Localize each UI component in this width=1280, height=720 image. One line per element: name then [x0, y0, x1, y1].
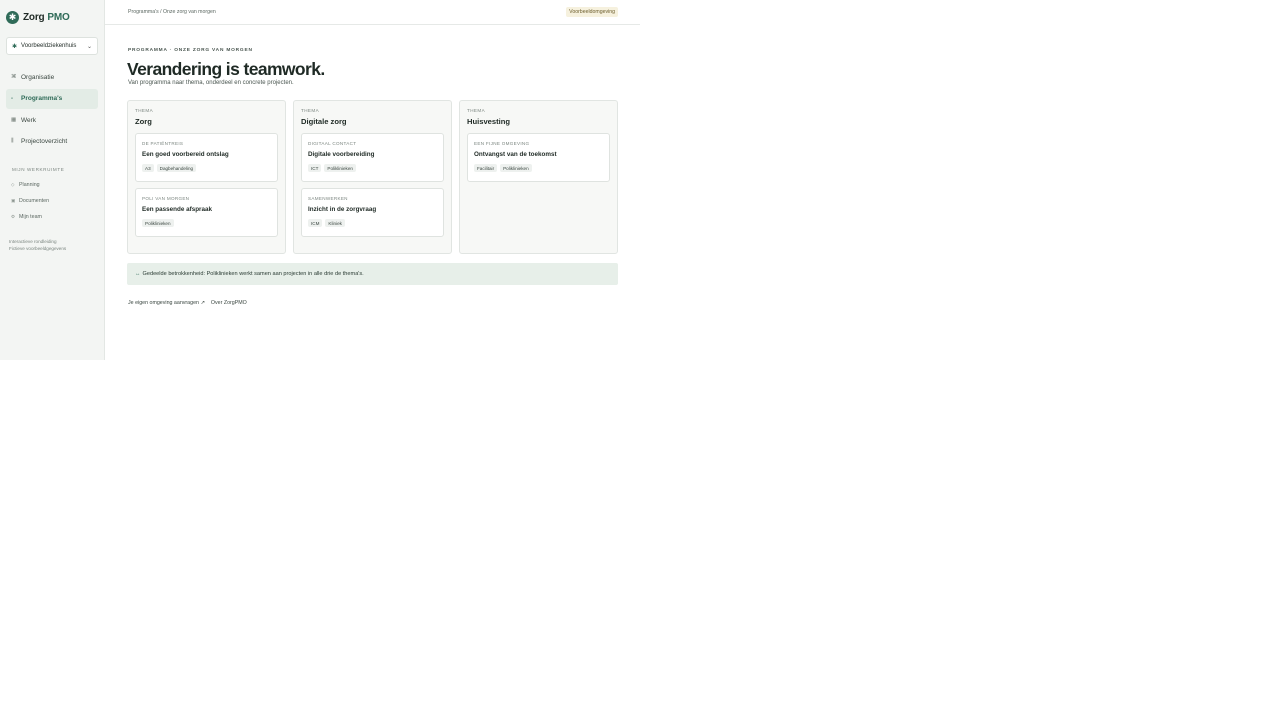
brand-name: Zorg	[23, 12, 45, 23]
project-card[interactable]: DE PATIËNTREIS Een goed voorbereid ontsl…	[135, 133, 278, 182]
card-title: Een goed voorbereid ontslag	[142, 151, 229, 158]
footer-line-tour: Interactieve rondleiding	[9, 239, 57, 244]
card-kicker: SAMENWERKEN	[308, 196, 348, 201]
chevron-down-icon: ⌄	[86, 43, 92, 50]
sidebar-item-label: Werk	[21, 116, 37, 124]
request-environment-link[interactable]: Je eigen omgeving aanvragen ↗	[128, 300, 205, 306]
sidebar-item-projectoverzicht[interactable]: ⫼ Projectoverzicht	[6, 132, 98, 152]
theme-kicker: THEMA	[467, 108, 486, 113]
card-title: Ontvangst van de toekomst	[474, 151, 557, 158]
workspace-item-documenten[interactable]: ▣ Documenten	[11, 193, 101, 209]
theme-kicker: THEMA	[135, 108, 154, 113]
tag: A3	[142, 164, 154, 172]
breadcrumb[interactable]: Programma's / Onze zorg van morgen	[128, 9, 216, 15]
theme-columns: THEMA Zorg DE PATIËNTREIS Een goed voorb…	[127, 100, 618, 254]
team-icon: ⚙	[11, 214, 16, 219]
theme-column-zorg: THEMA Zorg DE PATIËNTREIS Een goed voorb…	[127, 100, 286, 254]
tag: Poliklinieken	[142, 219, 174, 227]
organization-select[interactable]: ✱ Voorbeeldziekenhuis ⌄	[6, 37, 98, 55]
sidebar-item-label: Organisatie	[21, 73, 55, 81]
tag: Poliklinieken	[500, 164, 532, 172]
page-title: Verandering is teamwork.	[127, 59, 325, 79]
tag: Facilitair	[474, 164, 498, 172]
sidebar-item-werk[interactable]: ▦ Werk	[6, 110, 98, 130]
footer-links: Je eigen omgeving aanvragen ↗ Over ZorgP…	[128, 300, 253, 306]
sidebar-item-programmas[interactable]: ▫ Programma's	[6, 88, 98, 109]
tag: Poliklinieken	[324, 164, 356, 172]
workspace-item-label: Planning	[19, 182, 40, 188]
project-card[interactable]: POLI VAN MORGEN Een passende afspraak Po…	[135, 188, 278, 237]
sidebar-nav: ⌘ Organisatie ▫ Programma's ▦ Werk ⫼ Pro…	[6, 67, 98, 153]
card-kicker: DIGITAAL CONTACT	[308, 141, 357, 146]
card-kicker: DE PATIËNTREIS	[142, 141, 184, 146]
theme-title: Digitale zorg	[301, 117, 347, 126]
project-card[interactable]: SAMENWERKEN Inzicht in de zorgvraag ICM …	[301, 188, 444, 237]
logo-icon: ✱	[6, 11, 19, 24]
project-card[interactable]: EEN FIJNE OMGEVING Ontvangst van de toek…	[467, 133, 610, 182]
card-title: Inzicht in de zorgvraag	[308, 206, 377, 213]
theme-title: Huisvesting	[467, 117, 511, 126]
tag: ICM	[308, 219, 323, 227]
sidebar-footer: Interactieve rondleiding Fictieve voorbe…	[9, 238, 66, 252]
card-title: Een passende afspraak	[142, 206, 213, 213]
sidebar-item-organisatie[interactable]: ⌘ Organisatie	[6, 67, 98, 87]
tag: Kliniek	[325, 219, 345, 227]
shared-involvement-note: ↔ Gedeelde betrokkenheid: Poliklinieken …	[127, 263, 618, 285]
project-card[interactable]: DIGITAAL CONTACT Digitale voorbereiding …	[301, 133, 444, 182]
sidebar-item-label: Projectoverzicht	[21, 138, 68, 146]
brand-logo[interactable]: ✱ Zorg PMO	[6, 11, 70, 24]
hospital-icon: ✱	[12, 43, 18, 50]
workspace-heading: MIJN WERKRUIMTE	[12, 167, 65, 172]
card-title: Digitale voorbereiding	[308, 151, 375, 158]
sidebar: ✱ Zorg PMO ✱ Voorbeeldziekenhuis ⌄ ⌘ Org…	[0, 0, 105, 360]
theme-kicker: THEMA	[301, 108, 320, 113]
environment-badge: Voorbeeldomgeving	[566, 7, 618, 17]
link-arrows-icon: ↔	[135, 271, 141, 277]
card-kicker: POLI VAN MORGEN	[142, 196, 190, 201]
diamond-icon: ◇	[11, 182, 15, 187]
workspace-list: ◇ Planning ▣ Documenten ⚙ Mijn team	[11, 177, 101, 225]
organization-select-value: Voorbeeldziekenhuis	[21, 43, 77, 49]
main-content: Programma's / Onze zorg van morgen Voorb…	[105, 0, 640, 360]
workspace-item-label: Mijn team	[19, 214, 42, 220]
tag: Dagbehandeling	[156, 164, 197, 172]
about-link[interactable]: Over ZorgPMO	[211, 300, 247, 306]
footer-line-data: Fictieve voorbeeldgegevens	[9, 246, 67, 251]
card-kicker: EEN FIJNE OMGEVING	[474, 141, 530, 146]
page-eyebrow: PROGRAMMA · ONZE ZORG VAN MORGEN	[128, 48, 253, 53]
topbar: Programma's / Onze zorg van morgen Voorb…	[105, 0, 640, 25]
network-icon: ⌘	[11, 74, 17, 80]
grid-icon: ▫	[11, 95, 13, 102]
document-icon: ▣	[11, 198, 16, 203]
workspace-item-planning[interactable]: ◇ Planning	[11, 177, 101, 193]
workspace-item-mijn-team[interactable]: ⚙ Mijn team	[11, 209, 101, 225]
workspace-item-label: Documenten	[19, 198, 50, 204]
theme-title: Zorg	[135, 117, 152, 126]
shared-note-text: Gedeelde betrokkenheid: Poliklinieken we…	[142, 271, 364, 277]
brand-sub: PMO	[47, 12, 70, 23]
sidebar-item-label: Programma's	[21, 95, 63, 103]
theme-column-digitale-zorg: THEMA Digitale zorg DIGITAAL CONTACT Dig…	[293, 100, 452, 254]
tag: ICT	[308, 164, 322, 172]
page-subtitle: Van programma naar thema, onderdeel en c…	[128, 80, 294, 86]
list-icon: ▦	[11, 117, 17, 124]
bars-icon: ⫼	[11, 138, 14, 145]
theme-column-huisvesting: THEMA Huisvesting EEN FIJNE OMGEVING Ont…	[459, 100, 618, 254]
app-root: ✱ Zorg PMO ✱ Voorbeeldziekenhuis ⌄ ⌘ Org…	[0, 0, 640, 360]
